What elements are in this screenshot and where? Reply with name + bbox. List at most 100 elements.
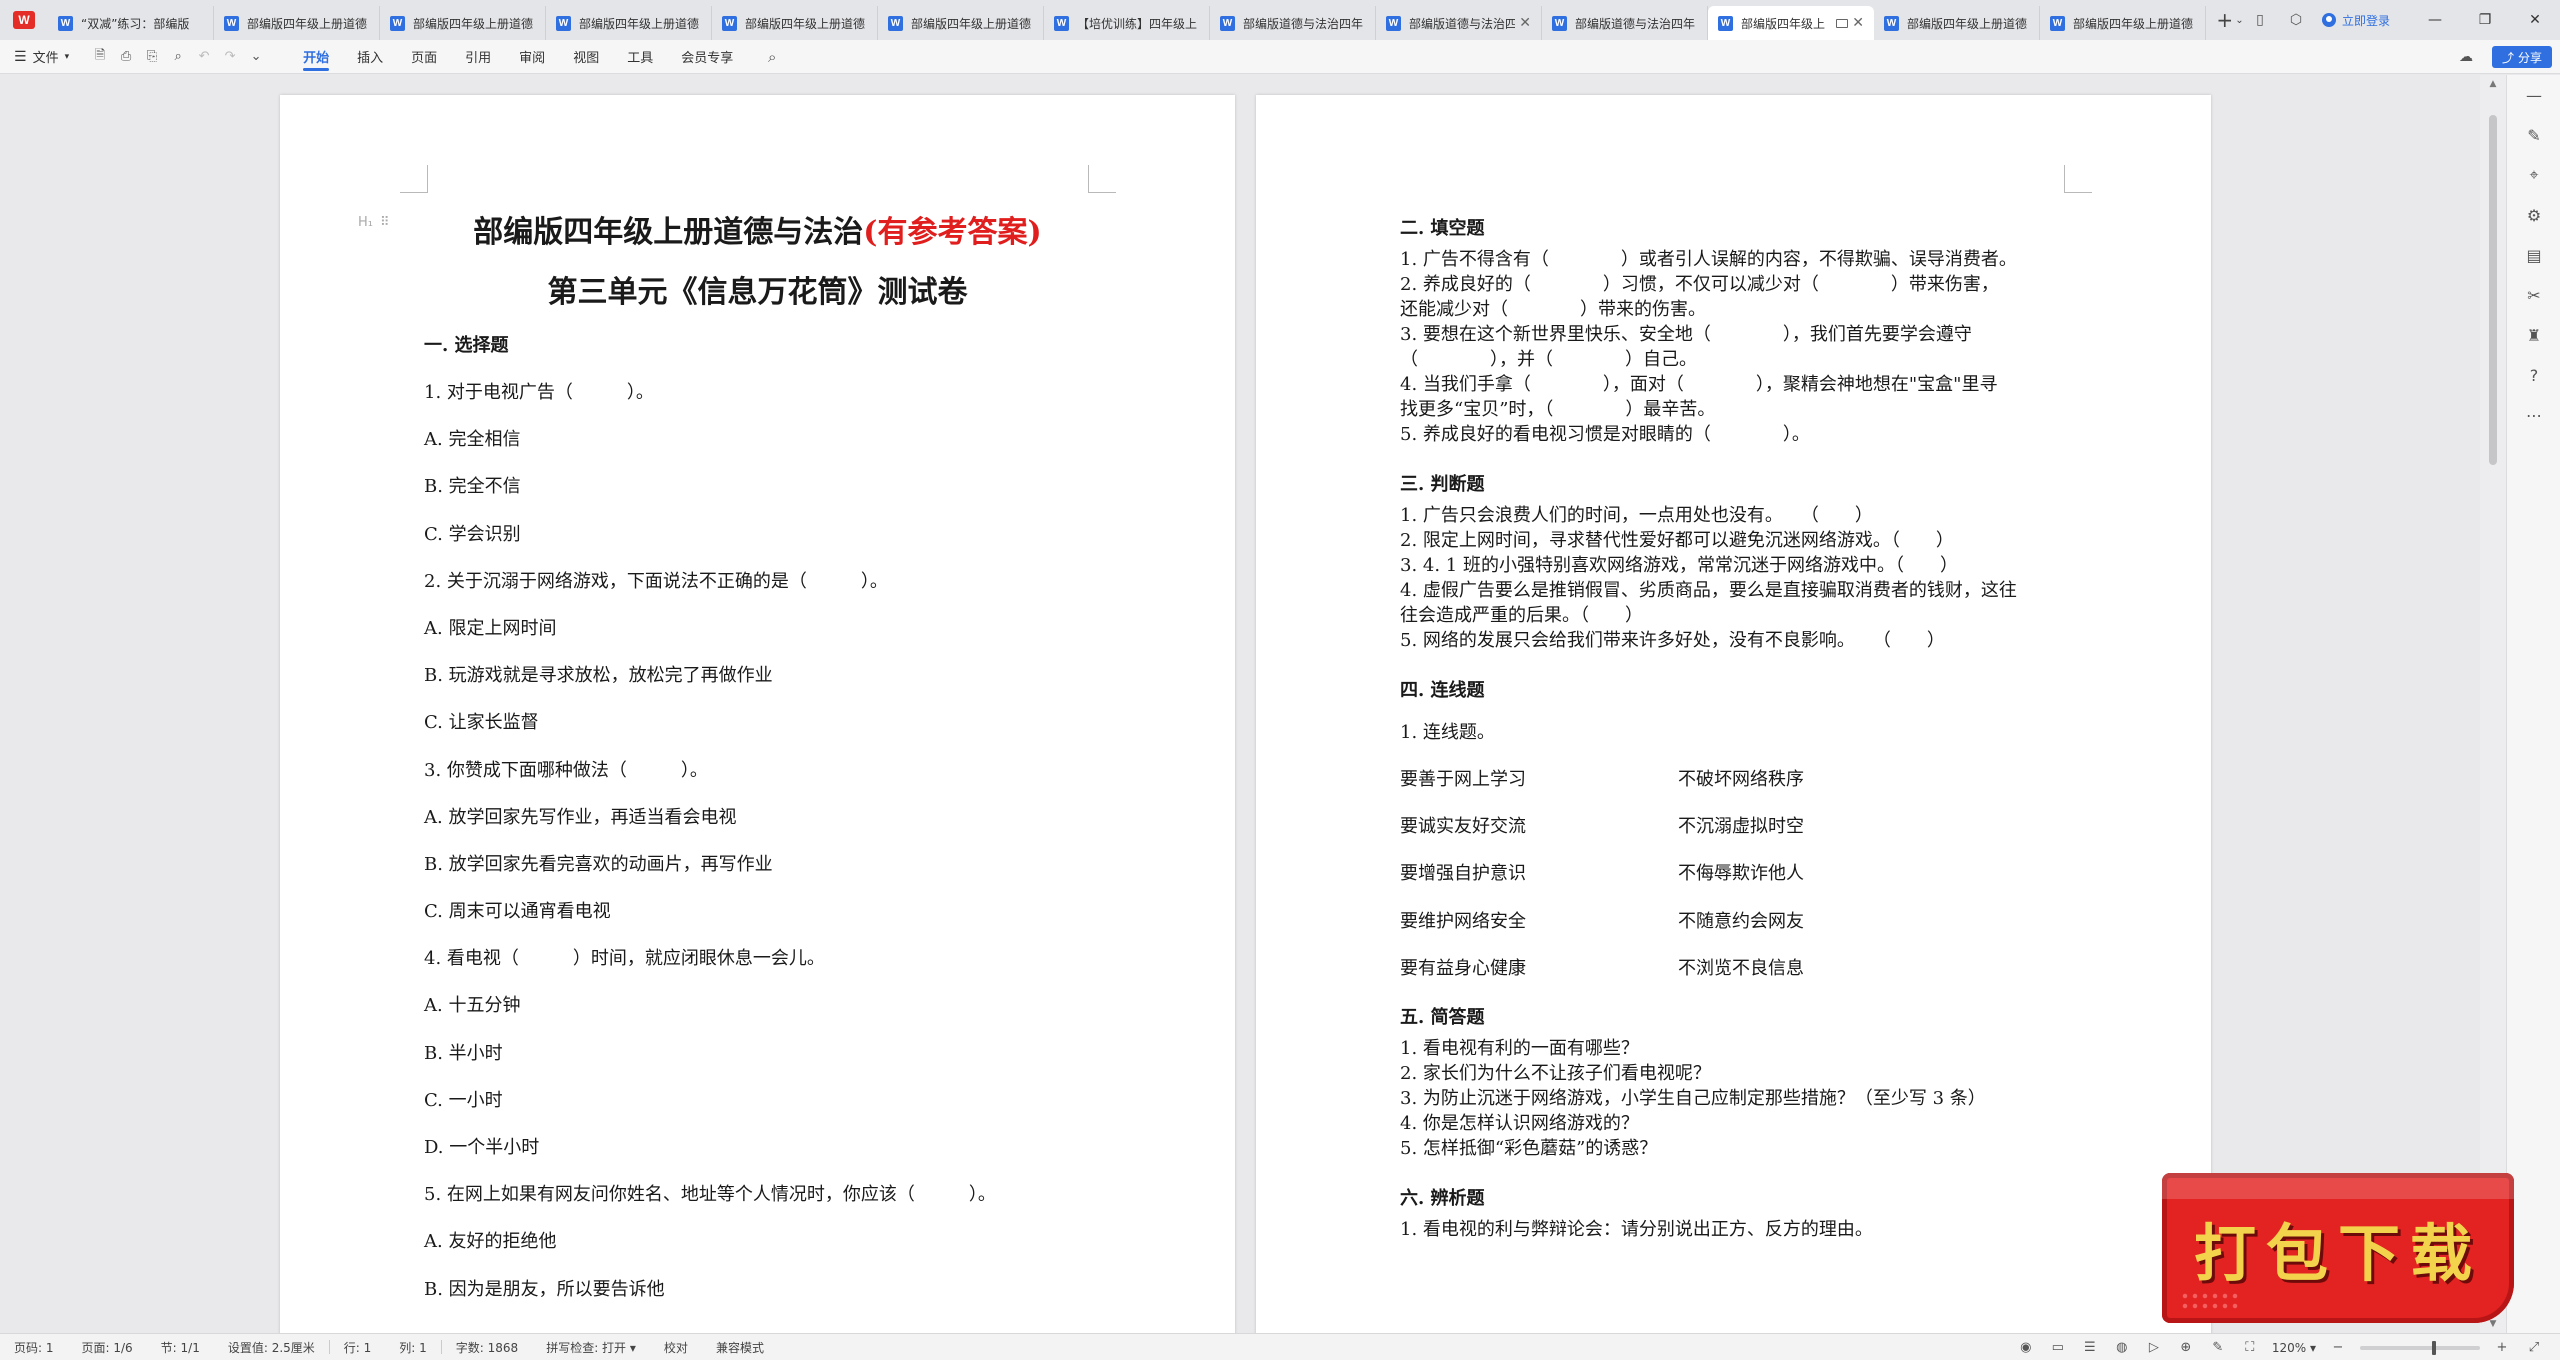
ribbon-tab[interactable]: 审阅 [505, 40, 559, 74]
tab-label: 部编版四年级上册道德 [745, 16, 866, 31]
zoom-in-icon[interactable]: + [2486, 1340, 2518, 1355]
wps-logo-icon[interactable]: W [0, 0, 48, 40]
shirt-icon[interactable]: ♜ [2507, 315, 2560, 355]
document-tab[interactable]: W 部编版四年级上册道德 [878, 6, 1044, 40]
document-page-2[interactable]: 二. 填空题 1. 广告不得含有（ ）或者引人误解的内容，不得欺骗、误导消费者。… [1256, 95, 2211, 1333]
fill-question-line: 2. 养成良好的（ ）习惯，不仅可以减少对（ ）带来伤害， [1400, 274, 1999, 295]
print-preview-icon[interactable]: ⌕ [165, 49, 191, 64]
play-icon[interactable]: ▷ [2138, 1340, 2170, 1355]
fit-page-icon[interactable]: ⛶ [2234, 1340, 2266, 1355]
short-answer-line: 4. 你是怎样认识网络游戏的？ [1400, 1112, 1639, 1134]
zoom-level[interactable]: 120% ▾ [2266, 1341, 2322, 1355]
tab-label: “双减”练习：部编版 [81, 16, 190, 31]
file-menu[interactable]: ☰ 文件 ▾ [14, 47, 69, 67]
export-pdf-icon[interactable]: ⎙ [113, 49, 139, 64]
question-line: 3. 你赞成下面哪种做法（ ）。 [424, 759, 708, 781]
close-tab-icon[interactable]: ✕ [1852, 15, 1864, 31]
document-tab[interactable]: W 部编版四年级上册道德 [214, 6, 380, 40]
match-left-item: 要维护网络安全 [1400, 910, 1526, 932]
ribbon-tab[interactable]: 工具 [613, 40, 667, 74]
banner-text: 打包下载 [2193, 1217, 2482, 1290]
vertical-scrollbar[interactable]: ▲ ▼ [2480, 75, 2506, 1333]
ribbon-tab[interactable]: 开始 [289, 40, 343, 74]
focus-icon[interactable]: ⊕ [2170, 1340, 2202, 1355]
document-tab[interactable]: W 【培优训练】四年级上 [1044, 6, 1210, 40]
right-tool-sidebar: — ✎ ⌖ ⚙ ▤ ✂ ♜ ? ⋯ [2506, 75, 2560, 1333]
eye-protection-icon[interactable]: ◉ [2010, 1340, 2042, 1355]
ribbon-tab[interactable]: 引用 [451, 40, 505, 74]
restore-button[interactable]: ❐ [2460, 0, 2510, 40]
outline-view-icon[interactable]: ☰ [2074, 1340, 2106, 1355]
document-tab[interactable]: W 部编版四年级上 ✕ [1708, 6, 1874, 40]
cloud-sync-icon[interactable]: ☁ [2448, 37, 2484, 77]
more-icon[interactable]: ⋯ [2507, 395, 2560, 435]
judge-question-line: 4. 虚假广告要么是推销假冒、劣质商品，要么是直接骗取消费者的钱财，这往 [1400, 580, 2017, 601]
search-icon[interactable]: ⌕ [757, 48, 787, 66]
ribbon-tab[interactable]: 视图 [559, 40, 613, 74]
login-button[interactable]: 立即登录 [2321, 12, 2390, 29]
question-line: 1. 对于电视广告（ ）。 [424, 382, 654, 403]
question-line: B. 完全不信 [424, 476, 521, 498]
collapse-icon[interactable]: — [2507, 75, 2560, 115]
match-row: 要诚实友好交流 不沉溺虚拟时空 [1400, 803, 2080, 850]
judge-question-line: 2. 限定上网时间，寻求替代性爱好都可以避免沉迷网络游戏。（ ） [1400, 530, 1954, 551]
sidebar-layout-icon[interactable]: ▯ [2242, 0, 2278, 40]
status-setting[interactable]: 设置值: 2.5厘米 [214, 1339, 329, 1356]
ribbon-tab[interactable]: 会员专享 [667, 40, 747, 74]
document-page-1[interactable]: H₁ ⠿ 部编版四年级上册道德与法治(有参考答案) 第三单元《信息万花筒》测试卷… [280, 95, 1235, 1333]
close-window-button[interactable]: ✕ [2510, 0, 2560, 40]
edit-mode-icon[interactable]: ✎ [2202, 1340, 2234, 1355]
print-icon[interactable]: ⎘ [139, 49, 165, 64]
document-tab[interactable]: W “双减”练习：部编版 [48, 6, 214, 40]
layout-icon[interactable]: ▤ [2507, 235, 2560, 275]
document-tab[interactable]: W 部编版四年级上册道德 [546, 6, 712, 40]
ribbon-tab[interactable]: 页面 [397, 40, 451, 74]
document-tab[interactable]: W 部编版四年级上册道德 [2040, 6, 2206, 40]
status-column[interactable]: 列: 1 [385, 1339, 441, 1356]
undo-icon[interactable]: ↶ [191, 49, 217, 64]
page-view-icon[interactable]: ▭ [2042, 1340, 2074, 1355]
more-quick-access-icon[interactable]: ⌄ [243, 49, 269, 64]
status-page-number[interactable]: 页码: 1 [0, 1339, 68, 1356]
close-tab-icon[interactable]: ✕ [1519, 15, 1531, 31]
status-page-count[interactable]: 页面: 1/6 [68, 1339, 147, 1356]
tools-icon[interactable]: ✂ [2507, 275, 2560, 315]
fullscreen-icon[interactable]: ⤢ [2518, 1340, 2550, 1355]
user-avatar-icon [2321, 13, 2336, 27]
status-section[interactable]: 节: 1/1 [147, 1339, 214, 1356]
document-workspace[interactable]: H₁ ⠿ 部编版四年级上册道德与法治(有参考答案) 第三单元《信息万花筒》测试卷… [0, 75, 2480, 1333]
status-spellcheck[interactable]: 拼写检查: 打开 ▾ [532, 1339, 650, 1356]
minimize-button[interactable]: — [2410, 0, 2460, 40]
adjust-icon[interactable]: ⚙ [2507, 195, 2560, 235]
ribbon-tab[interactable]: 插入 [343, 40, 397, 74]
scroll-up-icon[interactable]: ▲ [2480, 79, 2506, 89]
document-tab[interactable]: W 部编版四年级上册道德 [1874, 6, 2040, 40]
share-button[interactable]: ⤴ 分享 [2491, 46, 2552, 68]
pen-icon[interactable]: ✎ [2507, 115, 2560, 155]
fill-question-line: 还能减少对（ ）带来的伤害。 [1400, 299, 1706, 320]
question-line: A. 限定上网时间 [424, 617, 557, 639]
document-tab[interactable]: W 部编版道德与法治四年 [1542, 6, 1708, 40]
scrollbar-thumb[interactable] [2489, 115, 2497, 465]
word-doc-icon: W [1220, 15, 1235, 31]
download-banner[interactable]: 打包下载 [2162, 1173, 2514, 1323]
status-word-count[interactable]: 字数: 1868 [442, 1339, 532, 1356]
help-icon[interactable]: ? [2507, 355, 2560, 395]
tab-label: 部编版四年级上册道德 [247, 16, 368, 31]
document-tab[interactable]: W 部编版道德与法治四年 [1210, 6, 1376, 40]
title-answer-note: (有参考答案) [863, 215, 1042, 250]
document-tab[interactable]: W 部编版道德与法治四年 ✕ [1376, 6, 1542, 40]
zoom-slider[interactable] [2360, 1340, 2480, 1355]
save-icon[interactable]: 🗎 [87, 46, 113, 68]
status-proofread[interactable]: 校对 [650, 1339, 702, 1356]
word-doc-icon: W [1552, 15, 1567, 31]
status-row[interactable]: 行: 1 [330, 1339, 386, 1356]
redo-icon[interactable]: ↷ [217, 49, 243, 64]
cursor-icon[interactable]: ⌖ [2507, 155, 2560, 195]
zoom-slider-knob[interactable] [2432, 1340, 2436, 1355]
document-tab[interactable]: W 部编版四年级上册道德 [380, 6, 546, 40]
zoom-out-icon[interactable]: − [2322, 1340, 2354, 1355]
cube-icon[interactable]: ⬡ [2278, 0, 2314, 40]
document-tab[interactable]: W 部编版四年级上册道德 [712, 6, 878, 40]
web-view-icon[interactable]: ◍ [2106, 1340, 2138, 1355]
